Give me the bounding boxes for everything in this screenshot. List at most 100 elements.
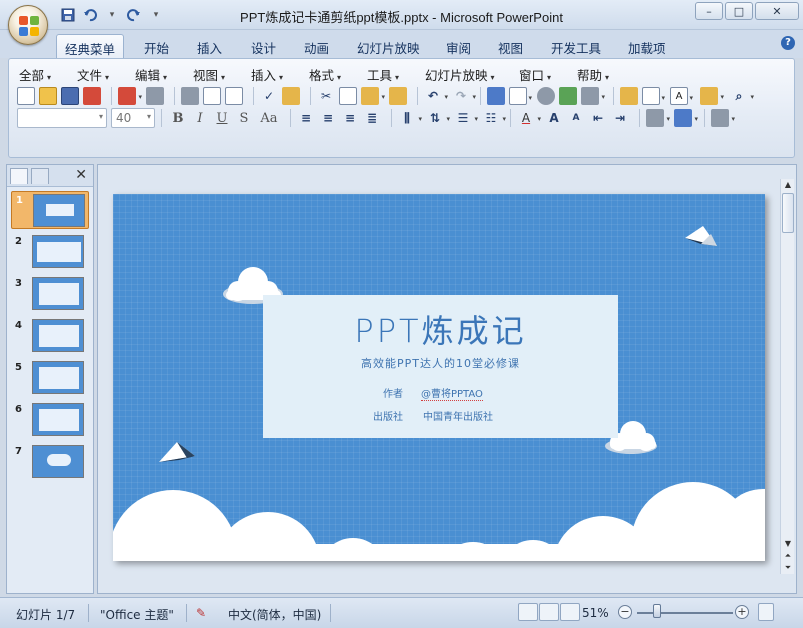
help-icon[interactable]: ? — [781, 36, 795, 50]
permission-icon[interactable] — [83, 87, 101, 105]
shrink-font-icon[interactable]: A — [567, 109, 585, 127]
menu-file[interactable]: 文件 ▾ — [77, 65, 109, 84]
office-button[interactable] — [8, 5, 48, 45]
bullets-icon[interactable]: ☷ ▾ — [482, 109, 506, 127]
slide-thumbnail[interactable]: 7 — [11, 443, 89, 481]
zoom-slider[interactable] — [637, 612, 733, 614]
insert-clipart-icon[interactable] — [537, 87, 555, 105]
menu-format[interactable]: 格式 ▾ — [309, 65, 341, 84]
text-direction-icon[interactable]: ⇅ ▾ — [426, 109, 450, 127]
decrease-indent-icon[interactable]: ⇤ — [589, 109, 607, 127]
tab-add-ins[interactable]: 加载项 — [620, 34, 674, 58]
justify-icon[interactable]: ≣ — [363, 109, 381, 127]
slide-sorter-button[interactable] — [539, 603, 559, 621]
research-icon[interactable] — [282, 87, 300, 105]
tab-insert[interactable]: 插入 — [189, 34, 230, 58]
tab-design[interactable]: 设计 — [243, 34, 284, 58]
find-icon[interactable]: ⌕ ▾ — [730, 87, 754, 105]
insert-chart-icon[interactable] — [487, 87, 505, 105]
normal-view-button[interactable] — [518, 603, 538, 621]
zoom-slider-handle[interactable] — [653, 604, 661, 618]
spelling-icon[interactable]: ✓ — [260, 87, 278, 105]
menu-all[interactable]: 全部 ▾ — [19, 65, 51, 84]
font-color-icon[interactable]: A ▾ — [517, 109, 541, 127]
font-size-combo[interactable]: 40 ▾ — [111, 108, 155, 128]
align-left-icon[interactable]: ≡ — [297, 109, 315, 127]
cut-icon[interactable]: ✂ — [317, 87, 335, 105]
zoom-in-icon[interactable]: + — [735, 605, 749, 619]
quick-styles-icon[interactable]: ▾ — [711, 109, 735, 127]
open-folder-icon[interactable] — [39, 87, 57, 105]
underline-button[interactable]: U — [212, 109, 232, 127]
slide-thumbnail[interactable]: 1 — [11, 191, 89, 229]
scroll-thumb[interactable] — [782, 193, 794, 233]
shapes-icon[interactable]: ▾ — [674, 109, 698, 127]
title-card[interactable]: PPT炼成记 高效能PPT达人的10堂必修课 作者 @曹将PPTAO 出版社 中… — [263, 295, 618, 438]
insert-table-icon[interactable]: ▾ — [509, 87, 532, 105]
color-grayscale-icon[interactable]: ▾ — [581, 87, 605, 105]
close-button[interactable]: ✕ — [755, 2, 799, 20]
slide-show-button[interactable] — [560, 603, 580, 621]
tab-classic-menu[interactable]: 经典菜单 — [56, 34, 125, 58]
slide-thumbnail[interactable]: 5 — [11, 359, 89, 397]
shadow-button[interactable]: S — [234, 109, 254, 127]
maximize-button[interactable]: □ — [725, 2, 753, 20]
fit-to-window-icon[interactable] — [758, 603, 774, 621]
next-slide-icon[interactable]: ⏷ — [781, 562, 795, 574]
zoom-out-icon[interactable]: − — [618, 605, 632, 619]
slide-thumbnail[interactable]: 6 — [11, 401, 89, 439]
change-case-button[interactable]: Aa — [256, 109, 282, 127]
print-icon[interactable] — [181, 87, 199, 105]
align-right-icon[interactable]: ≡ — [341, 109, 359, 127]
grow-font-icon[interactable]: A — [545, 109, 563, 127]
print-preview-icon[interactable] — [203, 87, 221, 105]
attach-icon[interactable] — [146, 87, 164, 105]
italic-button[interactable]: I — [190, 109, 210, 127]
slides-tab[interactable] — [10, 168, 28, 184]
arrange-icon[interactable]: ▾ — [646, 109, 670, 127]
menu-help[interactable]: 帮助 ▾ — [577, 65, 609, 84]
open-recent-icon[interactable]: ▾ — [700, 87, 724, 105]
email-icon[interactable]: ▾ — [118, 87, 142, 105]
insert-picture-icon[interactable] — [559, 87, 577, 105]
menu-window[interactable]: 窗口 ▾ — [519, 65, 551, 84]
copy-icon[interactable] — [339, 87, 357, 105]
format-painter-icon[interactable] — [389, 87, 407, 105]
scroll-down-icon[interactable]: ▼ — [781, 538, 795, 550]
slide-subtitle[interactable]: 高效能PPT达人的10堂必修课 — [263, 355, 618, 371]
bold-button[interactable]: B — [168, 109, 188, 127]
slide-thumbnail[interactable]: 2 — [11, 233, 89, 271]
slide-canvas[interactable]: PPT炼成记 高效能PPT达人的10堂必修课 作者 @曹将PPTAO 出版社 中… — [113, 194, 765, 561]
tab-view[interactable]: 视图 — [490, 34, 531, 58]
align-center-icon[interactable]: ≡ — [319, 109, 337, 127]
slide-title[interactable]: PPT炼成记 — [263, 306, 618, 352]
tab-home[interactable]: 开始 — [136, 34, 177, 58]
tab-developer[interactable]: 开发工具 — [543, 34, 609, 58]
vertical-scrollbar[interactable]: ▲ ▼ ⏶ ⏷ — [780, 179, 794, 574]
menu-slide-show[interactable]: 幻灯片放映 ▾ — [425, 65, 495, 84]
slide-thumbnail[interactable]: 3 — [11, 275, 89, 313]
increase-indent-icon[interactable]: ⇥ — [611, 109, 629, 127]
zoom-level[interactable]: 51% — [582, 606, 609, 620]
scroll-up-icon[interactable]: ▲ — [781, 179, 795, 191]
undo-icon[interactable]: ↶ ▾ — [424, 87, 448, 105]
tab-slide-show[interactable]: 幻灯片放映 — [349, 34, 428, 58]
menu-view[interactable]: 视图 ▾ — [193, 65, 225, 84]
close-icon[interactable]: ✕ — [75, 167, 87, 183]
numbering-icon[interactable]: ☰ ▾ — [454, 109, 478, 127]
minimize-button[interactable]: – — [695, 2, 723, 20]
tab-review[interactable]: 审阅 — [438, 34, 479, 58]
columns-icon[interactable]: ⫼ ▾ — [398, 109, 422, 127]
menu-insert[interactable]: 插入 ▾ — [251, 65, 283, 84]
text-box-icon[interactable]: A ▾ — [670, 87, 693, 105]
outline-tab[interactable] — [31, 168, 49, 184]
slide-thumbnail[interactable]: 4 — [11, 317, 89, 355]
menu-edit[interactable]: 编辑 ▾ — [135, 65, 167, 84]
paste-icon[interactable]: ▾ — [361, 87, 385, 105]
new-slide-icon[interactable] — [620, 87, 638, 105]
layout-icon[interactable]: ▾ — [642, 87, 665, 105]
new-document-icon[interactable] — [17, 87, 35, 105]
language[interactable]: 中文(简体，中国) — [228, 606, 321, 623]
tab-animation[interactable]: 动画 — [296, 34, 337, 58]
redo-icon[interactable]: ↷ ▾ — [452, 87, 476, 105]
